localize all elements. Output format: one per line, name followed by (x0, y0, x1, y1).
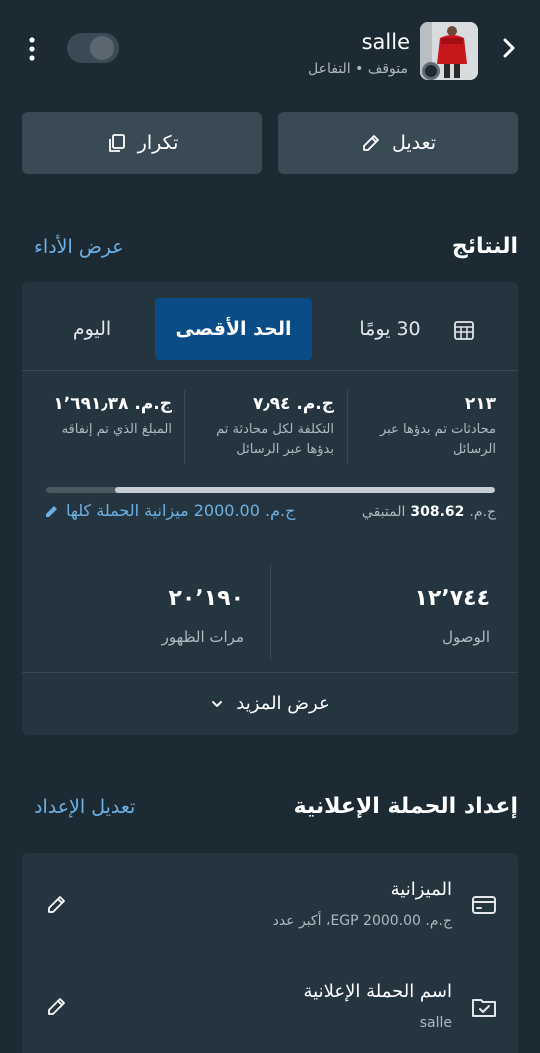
pencil-icon (44, 503, 60, 519)
more-vertical-icon[interactable] (22, 34, 42, 64)
view-performance-link[interactable]: عرض الأداء (34, 236, 124, 258)
budget-progress-fill (115, 487, 495, 493)
status-dot (422, 62, 440, 80)
tab-30-days[interactable]: 30 يومًا (340, 298, 440, 360)
back-chevron-icon[interactable] (496, 34, 522, 62)
metric-value: ج.م. ٧٫٩٤ (252, 394, 334, 414)
toggle-knob (90, 36, 114, 60)
setup-row-subtitle: ج.م. EGP 2000.00، أكبر عدد (272, 913, 452, 929)
setup-row-title: اسم الحملة الإعلانية (303, 981, 452, 1002)
see-more-label: عرض المزيد (236, 693, 330, 714)
metric-value: ٢١٣ (464, 394, 496, 414)
tab-today[interactable]: اليوم (52, 298, 132, 360)
budget-remaining: ج.م. 308.62 المتبقي (362, 504, 496, 520)
duplicate-button[interactable]: تكرار (22, 112, 262, 174)
metric-value: ج.م. ١٬٦٩١٫٣٨ (53, 394, 172, 414)
setup-row-budget[interactable]: الميزانية ج.م. EGP 2000.00، أكبر عدد (22, 853, 518, 953)
divider (270, 564, 271, 660)
reach-value: ١٢٬٧٤٤ (414, 586, 491, 611)
chevron-down-icon (210, 697, 224, 711)
credit-card-icon (470, 891, 498, 919)
pencil-icon (360, 132, 382, 154)
results-card: 30 يومًا الحد الأقصى اليوم ٢١٣ محادثات ت… (22, 282, 518, 735)
currency-label: ج.م. (469, 504, 496, 520)
setup-row-subtitle: salle (419, 1015, 452, 1031)
total-budget-text: ج.م. 2000.00 ميزانية الحملة كلها (66, 501, 296, 520)
budget-progress-bar (46, 487, 495, 493)
edit-button-label: تعديل (391, 132, 437, 154)
header: salle متوقف • التفاعل (0, 0, 540, 100)
edit-button[interactable]: تعديل (278, 112, 518, 174)
copy-icon (106, 132, 128, 154)
divider (184, 390, 185, 464)
campaign-name: salle (361, 30, 410, 54)
impressions-value: ٢٠٬١٩٠ (168, 586, 245, 611)
remaining-label: المتبقي (361, 504, 406, 520)
tab-maximum-label: الحد الأقصى (175, 318, 292, 340)
metric-label: المبلغ الذي تم إنفاقه (61, 422, 172, 437)
calendar-icon[interactable] (452, 318, 476, 342)
campaign-status: متوقف • التفاعل (308, 61, 408, 77)
duplicate-button-label: تكرار (137, 132, 179, 154)
divider (347, 390, 348, 464)
edit-setup-link[interactable]: تعديل الإعداد (34, 796, 135, 818)
campaign-toggle[interactable] (67, 33, 119, 63)
pencil-icon[interactable] (44, 891, 70, 917)
folder-check-icon (470, 993, 498, 1021)
setup-title: إعداد الحملة الإعلانية (293, 794, 518, 819)
setup-row-title: الميزانية (390, 879, 452, 900)
impressions-label: مرات الظهور (161, 628, 244, 646)
metric-label: محادثات تم بدؤها عبر الرسائل (380, 422, 496, 457)
see-more-button[interactable]: عرض المزيد (22, 672, 518, 735)
setup-row-campaign-name[interactable]: اسم الحملة الإعلانية salle (22, 953, 518, 1053)
tab-30-days-label: 30 يومًا (359, 318, 421, 340)
metric-label: التكلفة لكل محادثة تم بدؤها عبر الرسائل (216, 422, 334, 457)
tab-today-label: اليوم (72, 318, 112, 340)
results-title: النتائج (451, 234, 518, 259)
divider (22, 370, 518, 371)
edit-total-budget-link[interactable]: ج.م. 2000.00 ميزانية الحملة كلها (44, 501, 295, 520)
remaining-value: 308.62 (410, 504, 465, 520)
pencil-icon[interactable] (44, 993, 70, 1019)
tab-maximum[interactable]: الحد الأقصى (155, 298, 312, 360)
reach-label: الوصول (442, 628, 490, 646)
setup-card: الميزانية ج.م. EGP 2000.00، أكبر عدد اسم… (22, 853, 518, 1053)
